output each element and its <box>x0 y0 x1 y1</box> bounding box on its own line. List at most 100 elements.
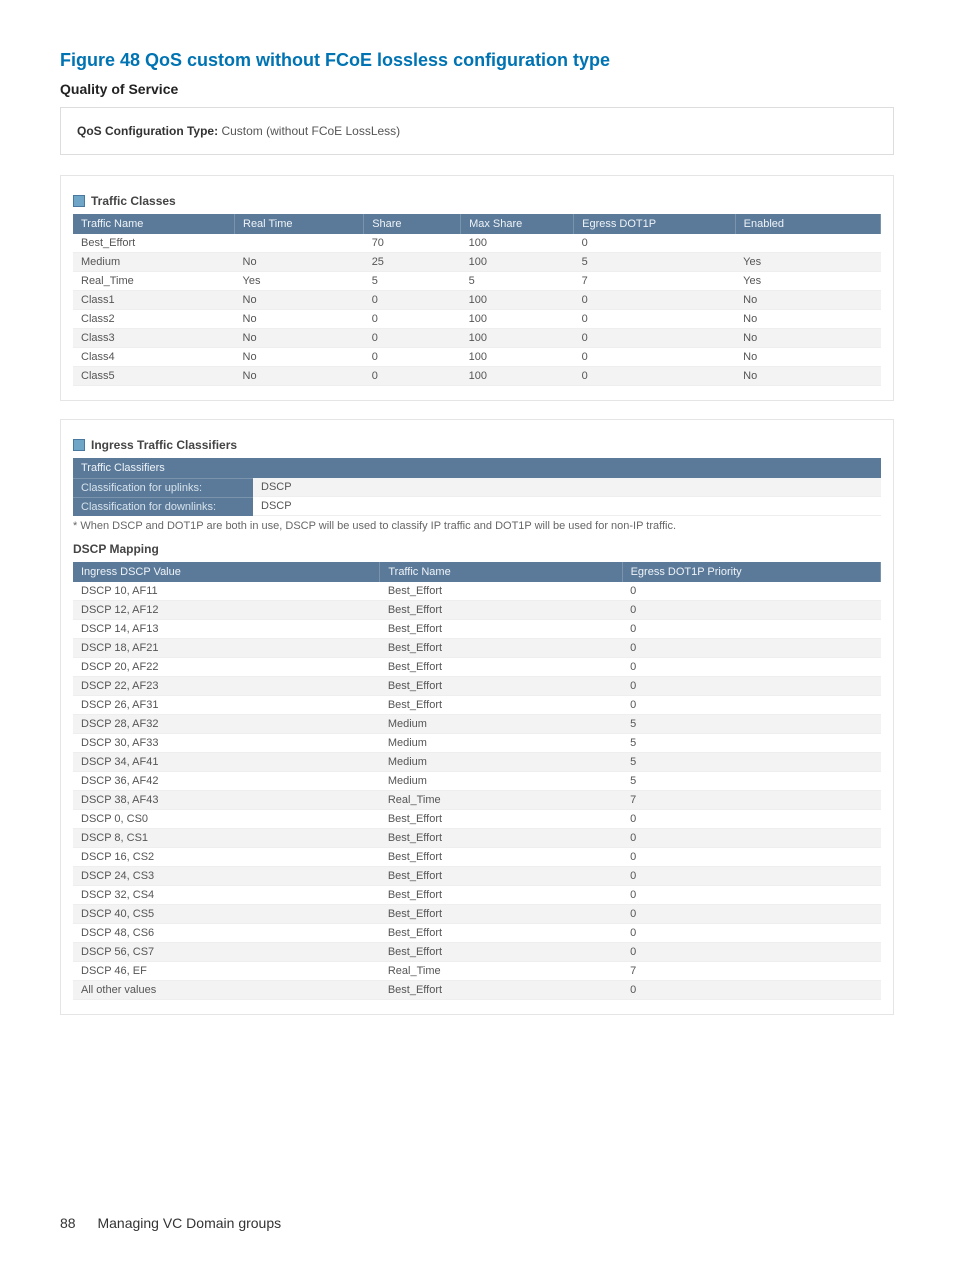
table-cell: Real_Time <box>380 962 622 981</box>
table-cell: 0 <box>622 639 880 658</box>
table-cell: Best_Effort <box>380 639 622 658</box>
table-cell: Best_Effort <box>380 867 622 886</box>
config-type-panel: QoS Configuration Type: Custom (without … <box>60 107 894 155</box>
table-cell: 0 <box>622 696 880 715</box>
table-row: DSCP 16, CS2Best_Effort0 <box>73 848 881 867</box>
downlinks-value: DSCP <box>253 497 881 516</box>
table-cell: 70 <box>364 234 461 253</box>
table-cell: 0 <box>622 943 880 962</box>
table-cell: 25 <box>364 253 461 272</box>
table-cell: Best_Effort <box>380 582 622 601</box>
table-cell: DSCP 48, CS6 <box>73 924 380 943</box>
collapse-icon[interactable] <box>73 439 85 451</box>
table-cell <box>235 234 364 253</box>
config-type-label: QoS Configuration Type: <box>77 124 218 138</box>
table-cell: Class4 <box>73 348 235 367</box>
table-cell: All other values <box>73 981 380 1000</box>
traffic-classes-section: Traffic Classes Traffic NameReal TimeSha… <box>60 175 894 401</box>
table-cell: 0 <box>622 658 880 677</box>
table-cell: 0 <box>622 810 880 829</box>
figure-caption: Figure 48 QoS custom without FCoE lossle… <box>60 50 894 71</box>
table-cell: Class2 <box>73 310 235 329</box>
table-cell: Best_Effort <box>380 981 622 1000</box>
table-cell: 0 <box>622 867 880 886</box>
table-cell: 0 <box>622 601 880 620</box>
table-header: Real Time <box>235 214 364 234</box>
dscp-mapping-title: DSCP Mapping <box>73 542 881 556</box>
table-cell: Best_Effort <box>73 234 235 253</box>
page-number: 88 <box>60 1215 76 1231</box>
table-cell: No <box>235 291 364 310</box>
table-row: Class4No01000No <box>73 348 881 367</box>
table-row: DSCP 24, CS3Best_Effort0 <box>73 867 881 886</box>
table-cell: DSCP 34, AF41 <box>73 753 380 772</box>
table-header: Egress DOT1P <box>574 214 736 234</box>
table-row: DSCP 14, AF13Best_Effort0 <box>73 620 881 639</box>
table-cell: Real_Time <box>380 791 622 810</box>
table-cell: 100 <box>461 367 574 386</box>
table-cell: 0 <box>622 620 880 639</box>
table-cell: 100 <box>461 329 574 348</box>
table-row: Best_Effort701000 <box>73 234 881 253</box>
table-cell: 5 <box>622 753 880 772</box>
table-header: Enabled <box>735 214 880 234</box>
table-cell: Best_Effort <box>380 810 622 829</box>
table-row: Class1No01000No <box>73 291 881 310</box>
table-cell: DSCP 40, CS5 <box>73 905 380 924</box>
table-cell: No <box>735 367 880 386</box>
table-cell: DSCP 22, AF23 <box>73 677 380 696</box>
table-cell: DSCP 8, CS1 <box>73 829 380 848</box>
table-cell: 5 <box>461 272 574 291</box>
table-cell: Best_Effort <box>380 829 622 848</box>
table-cell: 0 <box>364 329 461 348</box>
table-cell: No <box>235 367 364 386</box>
table-cell: 100 <box>461 348 574 367</box>
table-cell: Best_Effort <box>380 848 622 867</box>
table-row: Class2No01000No <box>73 310 881 329</box>
table-row: All other valuesBest_Effort0 <box>73 981 881 1000</box>
table-cell: DSCP 32, CS4 <box>73 886 380 905</box>
table-cell: 5 <box>622 772 880 791</box>
table-header: Egress DOT1P Priority <box>622 562 880 582</box>
config-type-value: Custom (without FCoE LossLess) <box>221 124 400 138</box>
table-cell: DSCP 56, CS7 <box>73 943 380 962</box>
table-cell: Best_Effort <box>380 886 622 905</box>
table-cell: DSCP 0, CS0 <box>73 810 380 829</box>
table-cell: Medium <box>380 753 622 772</box>
table-row: DSCP 12, AF12Best_Effort0 <box>73 601 881 620</box>
table-cell: 0 <box>574 234 736 253</box>
table-cell: Best_Effort <box>380 601 622 620</box>
table-cell: Best_Effort <box>380 658 622 677</box>
table-cell: No <box>235 253 364 272</box>
table-cell: DSCP 10, AF11 <box>73 582 380 601</box>
table-cell: Real_Time <box>73 272 235 291</box>
table-cell: DSCP 30, AF33 <box>73 734 380 753</box>
table-cell: Yes <box>235 272 364 291</box>
table-cell: 0 <box>364 291 461 310</box>
table-cell: 0 <box>364 310 461 329</box>
table-row: MediumNo251005Yes <box>73 253 881 272</box>
table-cell: 7 <box>622 962 880 981</box>
table-cell: No <box>235 329 364 348</box>
table-cell: Best_Effort <box>380 620 622 639</box>
table-row: DSCP 0, CS0Best_Effort0 <box>73 810 881 829</box>
table-cell: DSCP 46, EF <box>73 962 380 981</box>
table-row: DSCP 34, AF41Medium5 <box>73 753 881 772</box>
collapse-icon[interactable] <box>73 195 85 207</box>
ingress-classifiers-section: Ingress Traffic Classifiers Traffic Clas… <box>60 419 894 1015</box>
table-cell: Medium <box>73 253 235 272</box>
table-cell: DSCP 26, AF31 <box>73 696 380 715</box>
table-cell: DSCP 14, AF13 <box>73 620 380 639</box>
table-cell: 100 <box>461 291 574 310</box>
table-row: DSCP 20, AF22Best_Effort0 <box>73 658 881 677</box>
table-cell: Best_Effort <box>380 924 622 943</box>
table-cell: 5 <box>364 272 461 291</box>
table-header: Max Share <box>461 214 574 234</box>
table-cell: 7 <box>574 272 736 291</box>
table-header: Traffic Name <box>380 562 622 582</box>
table-cell: 0 <box>622 981 880 1000</box>
table-row: DSCP 10, AF11Best_Effort0 <box>73 582 881 601</box>
table-cell: 0 <box>622 829 880 848</box>
table-cell: No <box>235 310 364 329</box>
table-cell: Best_Effort <box>380 905 622 924</box>
